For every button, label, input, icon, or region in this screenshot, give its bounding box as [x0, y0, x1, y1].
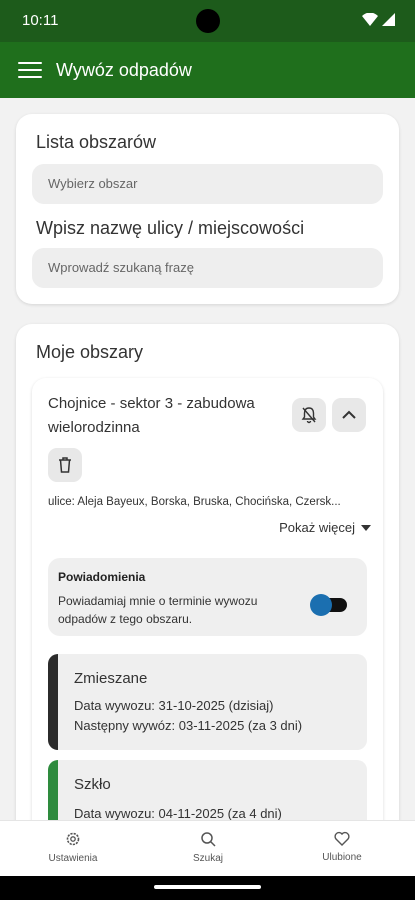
delete-area-button[interactable] — [48, 448, 82, 482]
area-name: Chojnice - sektor 3 - zabudowa wielorodz… — [48, 395, 255, 436]
my-areas-title: Moje obszary — [36, 342, 144, 362]
search-card: Lista obszarów Wybierz obszar Wpisz nazw… — [16, 114, 399, 304]
areas-label: Lista obszarów — [36, 132, 157, 152]
collection-date: Data wywozu: 04-11-2025 (za 4 dni) — [74, 806, 282, 820]
collection-item: Szkło Data wywozu: 04-11-2025 (za 4 dni) — [48, 760, 367, 820]
chevron-up-icon — [342, 410, 356, 419]
nav-favorites[interactable]: Ulubione — [292, 831, 392, 863]
page-title: Wywóz odpadów — [56, 59, 192, 80]
system-icons — [362, 13, 395, 26]
heart-icon — [334, 831, 350, 846]
toggle-knob — [310, 594, 332, 616]
collection-color-bar — [48, 760, 58, 820]
bottom-navigation: Ustawienia Szukaj Ulubione — [0, 820, 415, 876]
collection-date: Data wywozu: 31-10-2025 (dzisiaj) — [74, 698, 274, 713]
collection-color-bar — [48, 654, 58, 750]
collection-item: Zmieszane Data wywozu: 31-10-2025 (dzisi… — [48, 654, 367, 750]
my-areas-card: Moje obszary Chojnice - sektor 3 - zabud… — [16, 324, 399, 820]
collection-name: Szkło — [74, 776, 111, 793]
trash-icon — [59, 457, 71, 473]
bell-off-icon — [301, 407, 317, 424]
notifications-title: Powiadomienia — [58, 570, 146, 584]
show-more-toggle[interactable]: Pokaż więcej — [279, 520, 371, 535]
notifications-panel: Powiadomienia Powiadamiaj mnie o termini… — [48, 558, 367, 636]
notifications-description: Powiadamiaj mnie o terminie wywozu odpad… — [58, 594, 258, 626]
nav-settings-label: Ustawienia — [48, 853, 98, 864]
street-search-input[interactable]: Wprowadź szukaną frazę — [32, 248, 383, 288]
area-select[interactable]: Wybierz obszar — [32, 164, 383, 204]
search-icon — [201, 832, 216, 847]
camera-cutout — [196, 9, 220, 33]
show-more-label: Pokaż więcej — [279, 520, 355, 535]
notifications-toggle[interactable] — [310, 594, 347, 616]
gesture-bar — [0, 876, 415, 900]
street-label: Wpisz nazwę ulicy / miejscowości — [36, 218, 305, 238]
status-bar: 10:11 — [0, 0, 415, 42]
area-card: Chojnice - sektor 3 - zabudowa wielorodz… — [32, 378, 383, 820]
collection-next: Następny wywóz: 03-11-2025 (za 3 dni) — [74, 718, 303, 733]
home-indicator[interactable] — [154, 885, 261, 889]
nav-settings[interactable]: Ustawienia — [23, 831, 123, 864]
collection-name: Zmieszane — [74, 670, 148, 687]
nav-favorites-label: Ulubione — [322, 852, 362, 863]
caret-down-icon — [361, 524, 371, 531]
nav-search-label: Szukaj — [192, 853, 223, 864]
status-time: 10:11 — [22, 12, 59, 29]
wifi-icon — [362, 13, 378, 26]
collapse-button[interactable] — [332, 398, 366, 432]
gear-icon — [66, 832, 80, 846]
nav-search[interactable]: Szukaj — [158, 831, 258, 864]
street-list: ulice: Aleja Bayeux, Borska, Bruska, Cho… — [48, 496, 341, 508]
notifications-off-button[interactable] — [292, 398, 326, 432]
signal-icon — [382, 13, 395, 26]
menu-icon[interactable] — [18, 60, 42, 80]
main-content[interactable]: Lista obszarów Wybierz obszar Wpisz nazw… — [0, 98, 415, 820]
app-bar: Wywóz odpadów — [0, 42, 415, 98]
